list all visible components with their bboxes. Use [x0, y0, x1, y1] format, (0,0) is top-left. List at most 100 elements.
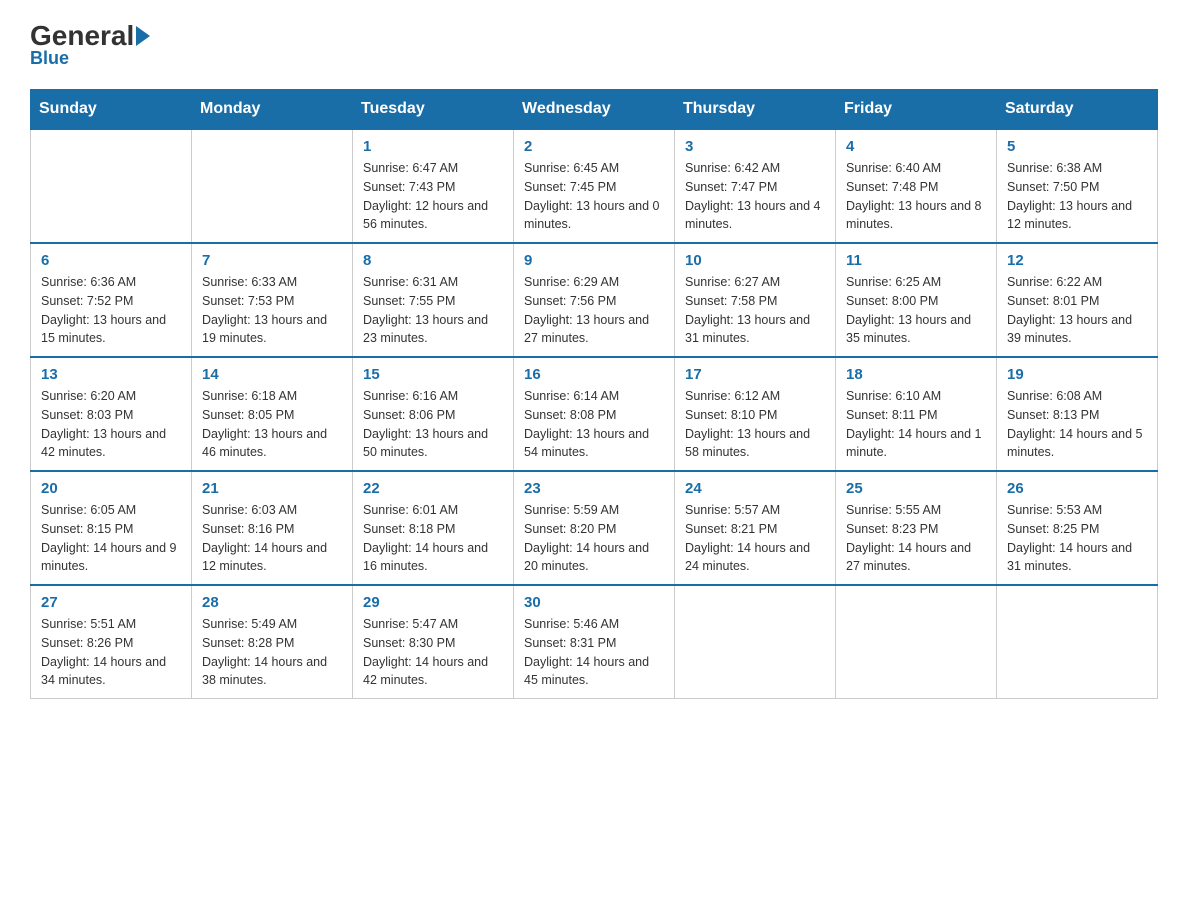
day-number: 21: [202, 480, 342, 497]
day-number: 10: [685, 252, 825, 269]
day-info: Sunrise: 6:25 AM Sunset: 8:00 PM Dayligh…: [846, 273, 986, 348]
calendar-day-cell: 20 Sunrise: 6:05 AM Sunset: 8:15 PM Dayli…: [31, 471, 192, 585]
calendar-day-cell: 12 Sunrise: 6:22 AM Sunset: 8:01 PM Dayli…: [997, 243, 1158, 357]
calendar-day-header: Monday: [192, 90, 353, 130]
day-info: Sunrise: 6:20 AM Sunset: 8:03 PM Dayligh…: [41, 387, 181, 462]
calendar-day-cell: 15 Sunrise: 6:16 AM Sunset: 8:06 PM Dayli…: [353, 357, 514, 471]
calendar-day-cell: 5 Sunrise: 6:38 AM Sunset: 7:50 PM Daylig…: [997, 129, 1158, 243]
day-info: Sunrise: 5:59 AM Sunset: 8:20 PM Dayligh…: [524, 501, 664, 576]
day-info: Sunrise: 6:40 AM Sunset: 7:48 PM Dayligh…: [846, 159, 986, 234]
day-info: Sunrise: 5:51 AM Sunset: 8:26 PM Dayligh…: [41, 615, 181, 690]
logo-arrow-icon: [136, 26, 150, 46]
calendar-day-cell: 23 Sunrise: 5:59 AM Sunset: 8:20 PM Dayli…: [514, 471, 675, 585]
calendar-day-cell: 22 Sunrise: 6:01 AM Sunset: 8:18 PM Dayli…: [353, 471, 514, 585]
day-info: Sunrise: 5:47 AM Sunset: 8:30 PM Dayligh…: [363, 615, 503, 690]
calendar-day-cell: [836, 585, 997, 699]
calendar-day-cell: 9 Sunrise: 6:29 AM Sunset: 7:56 PM Daylig…: [514, 243, 675, 357]
day-info: Sunrise: 6:16 AM Sunset: 8:06 PM Dayligh…: [363, 387, 503, 462]
day-number: 28: [202, 594, 342, 611]
day-info: Sunrise: 6:47 AM Sunset: 7:43 PM Dayligh…: [363, 159, 503, 234]
day-info: Sunrise: 6:08 AM Sunset: 8:13 PM Dayligh…: [1007, 387, 1147, 462]
day-number: 8: [363, 252, 503, 269]
page-header: General Blue: [30, 20, 1158, 69]
day-number: 16: [524, 366, 664, 383]
calendar-day-cell: [997, 585, 1158, 699]
day-number: 30: [524, 594, 664, 611]
calendar-day-header: Wednesday: [514, 90, 675, 130]
day-number: 25: [846, 480, 986, 497]
calendar-day-cell: 28Sunrise: 5:49 AM Sunset: 8:28 PM Dayli…: [192, 585, 353, 699]
calendar-day-cell: 7 Sunrise: 6:33 AM Sunset: 7:53 PM Daylig…: [192, 243, 353, 357]
day-number: 20: [41, 480, 181, 497]
day-number: 6: [41, 252, 181, 269]
calendar-day-cell: 26 Sunrise: 5:53 AM Sunset: 8:25 PM Dayli…: [997, 471, 1158, 585]
calendar-week-row: 20 Sunrise: 6:05 AM Sunset: 8:15 PM Dayli…: [31, 471, 1158, 585]
day-number: 9: [524, 252, 664, 269]
calendar-day-cell: [675, 585, 836, 699]
day-number: 4: [846, 138, 986, 155]
day-info: Sunrise: 6:05 AM Sunset: 8:15 PM Dayligh…: [41, 501, 181, 576]
calendar-day-cell: 4 Sunrise: 6:40 AM Sunset: 7:48 PM Daylig…: [836, 129, 997, 243]
calendar-day-cell: 8 Sunrise: 6:31 AM Sunset: 7:55 PM Daylig…: [353, 243, 514, 357]
calendar-day-cell: 1 Sunrise: 6:47 AM Sunset: 7:43 PM Daylig…: [353, 129, 514, 243]
calendar-day-header: Sunday: [31, 90, 192, 130]
day-number: 7: [202, 252, 342, 269]
calendar-day-cell: 24Sunrise: 5:57 AM Sunset: 8:21 PM Dayli…: [675, 471, 836, 585]
day-number: 26: [1007, 480, 1147, 497]
day-info: Sunrise: 5:53 AM Sunset: 8:25 PM Dayligh…: [1007, 501, 1147, 576]
calendar-week-row: 13 Sunrise: 6:20 AM Sunset: 8:03 PM Dayli…: [31, 357, 1158, 471]
calendar-header-row: SundayMondayTuesdayWednesdayThursdayFrid…: [31, 90, 1158, 130]
day-info: Sunrise: 6:22 AM Sunset: 8:01 PM Dayligh…: [1007, 273, 1147, 348]
calendar-day-header: Thursday: [675, 90, 836, 130]
calendar-day-cell: 19 Sunrise: 6:08 AM Sunset: 8:13 PM Dayli…: [997, 357, 1158, 471]
day-info: Sunrise: 6:10 AM Sunset: 8:11 PM Dayligh…: [846, 387, 986, 462]
day-info: Sunrise: 5:55 AM Sunset: 8:23 PM Dayligh…: [846, 501, 986, 576]
calendar-day-header: Friday: [836, 90, 997, 130]
day-info: Sunrise: 6:31 AM Sunset: 7:55 PM Dayligh…: [363, 273, 503, 348]
logo-blue-text: Blue: [30, 48, 69, 69]
calendar-day-cell: 27 Sunrise: 5:51 AM Sunset: 8:26 PM Dayli…: [31, 585, 192, 699]
day-info: Sunrise: 6:12 AM Sunset: 8:10 PM Dayligh…: [685, 387, 825, 462]
day-number: 19: [1007, 366, 1147, 383]
day-number: 12: [1007, 252, 1147, 269]
calendar-table: SundayMondayTuesdayWednesdayThursdayFrid…: [30, 89, 1158, 699]
calendar-day-cell: 30 Sunrise: 5:46 AM Sunset: 8:31 PM Dayli…: [514, 585, 675, 699]
calendar-day-cell: [192, 129, 353, 243]
calendar-day-header: Tuesday: [353, 90, 514, 130]
calendar-day-cell: 2 Sunrise: 6:45 AM Sunset: 7:45 PM Daylig…: [514, 129, 675, 243]
calendar-day-cell: [31, 129, 192, 243]
day-info: Sunrise: 6:36 AM Sunset: 7:52 PM Dayligh…: [41, 273, 181, 348]
calendar-day-cell: 18 Sunrise: 6:10 AM Sunset: 8:11 PM Dayli…: [836, 357, 997, 471]
logo: General Blue: [30, 20, 150, 69]
day-number: 24: [685, 480, 825, 497]
day-info: Sunrise: 6:45 AM Sunset: 7:45 PM Dayligh…: [524, 159, 664, 234]
calendar-day-cell: 25 Sunrise: 5:55 AM Sunset: 8:23 PM Dayli…: [836, 471, 997, 585]
calendar-day-cell: 3Sunrise: 6:42 AM Sunset: 7:47 PM Daylig…: [675, 129, 836, 243]
calendar-day-cell: 13 Sunrise: 6:20 AM Sunset: 8:03 PM Dayli…: [31, 357, 192, 471]
calendar-day-cell: 14Sunrise: 6:18 AM Sunset: 8:05 PM Dayli…: [192, 357, 353, 471]
day-number: 13: [41, 366, 181, 383]
day-number: 1: [363, 138, 503, 155]
day-number: 27: [41, 594, 181, 611]
day-number: 2: [524, 138, 664, 155]
day-info: Sunrise: 6:27 AM Sunset: 7:58 PM Dayligh…: [685, 273, 825, 348]
day-number: 14: [202, 366, 342, 383]
day-number: 23: [524, 480, 664, 497]
day-number: 11: [846, 252, 986, 269]
day-number: 22: [363, 480, 503, 497]
calendar-week-row: 1 Sunrise: 6:47 AM Sunset: 7:43 PM Daylig…: [31, 129, 1158, 243]
day-number: 5: [1007, 138, 1147, 155]
calendar-week-row: 6 Sunrise: 6:36 AM Sunset: 7:52 PM Daylig…: [31, 243, 1158, 357]
day-info: Sunrise: 6:29 AM Sunset: 7:56 PM Dayligh…: [524, 273, 664, 348]
day-info: Sunrise: 6:33 AM Sunset: 7:53 PM Dayligh…: [202, 273, 342, 348]
calendar-day-cell: 16 Sunrise: 6:14 AM Sunset: 8:08 PM Dayli…: [514, 357, 675, 471]
day-number: 15: [363, 366, 503, 383]
day-info: Sunrise: 6:14 AM Sunset: 8:08 PM Dayligh…: [524, 387, 664, 462]
calendar-week-row: 27 Sunrise: 5:51 AM Sunset: 8:26 PM Dayli…: [31, 585, 1158, 699]
day-number: 18: [846, 366, 986, 383]
day-info: Sunrise: 6:01 AM Sunset: 8:18 PM Dayligh…: [363, 501, 503, 576]
day-number: 29: [363, 594, 503, 611]
day-info: Sunrise: 5:46 AM Sunset: 8:31 PM Dayligh…: [524, 615, 664, 690]
day-info: Sunrise: 6:38 AM Sunset: 7:50 PM Dayligh…: [1007, 159, 1147, 234]
day-info: Sunrise: 6:03 AM Sunset: 8:16 PM Dayligh…: [202, 501, 342, 576]
